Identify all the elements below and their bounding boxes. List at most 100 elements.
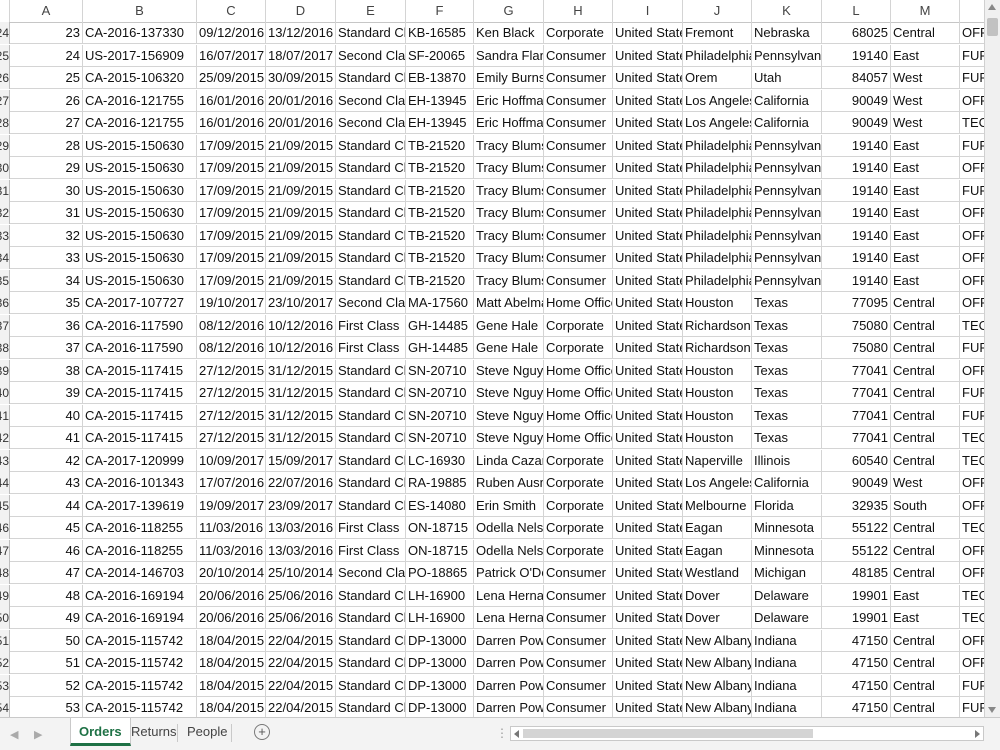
cell[interactable]: FUR — [960, 67, 984, 88]
cell[interactable]: Tracy Blumst — [474, 202, 544, 223]
cell[interactable]: Orem — [683, 67, 752, 88]
cell[interactable]: 16/01/2016 — [197, 89, 266, 111]
cell[interactable]: 47 — [10, 562, 83, 583]
cell[interactable]: 35 — [10, 292, 83, 313]
cell[interactable]: 90049 — [822, 112, 891, 133]
cell[interactable]: United States — [613, 517, 683, 538]
cell[interactable]: Houston — [683, 359, 752, 381]
cell[interactable]: Consumer — [544, 157, 613, 178]
cell[interactable]: 21/09/2015 — [266, 247, 336, 268]
cell[interactable]: United States — [613, 112, 683, 133]
cell[interactable]: Los Angeles — [683, 472, 752, 493]
cell[interactable]: Standard Clas — [336, 427, 406, 448]
cell[interactable]: 23/10/2017 — [266, 292, 336, 313]
cell[interactable]: Tracy Blumst — [474, 247, 544, 268]
cell[interactable]: United States — [613, 44, 683, 66]
cell[interactable]: Central — [891, 359, 960, 381]
row-header[interactable]: 53 — [0, 674, 10, 697]
cell[interactable]: Corporate — [544, 337, 613, 358]
prev-sheet-arrow-icon[interactable]: ◀ — [10, 728, 18, 741]
cell[interactable]: 21/09/2015 — [266, 269, 336, 291]
cell[interactable]: 22/04/2015 — [266, 629, 336, 651]
row-header[interactable]: 24 — [0, 22, 10, 44]
cell[interactable]: CA-2016-117590 — [83, 314, 197, 336]
cell[interactable]: United States — [613, 652, 683, 673]
row-header[interactable]: 35 — [0, 269, 10, 292]
cell[interactable]: TB-21520 — [406, 202, 474, 223]
cell[interactable]: Standard Clas — [336, 607, 406, 628]
cell[interactable]: New Albany — [683, 674, 752, 696]
cell[interactable]: Minnesota — [752, 539, 822, 561]
cell[interactable]: Texas — [752, 382, 822, 403]
cell[interactable]: TEC — [960, 427, 984, 448]
row-header[interactable]: 38 — [0, 337, 10, 359]
cell[interactable]: 10/09/2017 — [197, 449, 266, 471]
cell[interactable]: Standard Clas — [336, 269, 406, 291]
cell[interactable]: Standard Clas — [336, 652, 406, 673]
cell[interactable]: DP-13000 — [406, 652, 474, 673]
cell[interactable]: Ruben Ausma — [474, 472, 544, 493]
cell[interactable]: 19140 — [822, 134, 891, 156]
cell[interactable]: 90049 — [822, 472, 891, 493]
cell[interactable]: 31/12/2015 — [266, 404, 336, 426]
cell[interactable]: 27/12/2015 — [197, 382, 266, 403]
cell[interactable]: Second Class — [336, 562, 406, 583]
cell[interactable]: OFF — [960, 22, 984, 43]
cell[interactable]: Fremont — [683, 22, 752, 43]
cell[interactable]: CA-2015-115742 — [83, 652, 197, 673]
cell[interactable]: 18/04/2015 — [197, 652, 266, 673]
cell[interactable]: DP-13000 — [406, 629, 474, 651]
cell[interactable]: Standard Clas — [336, 202, 406, 223]
row-header[interactable]: 31 — [0, 179, 10, 202]
cell[interactable]: CA-2015-115742 — [83, 697, 197, 717]
cell[interactable]: Philadelphia — [683, 157, 752, 178]
row-header[interactable]: 32 — [0, 202, 10, 224]
cell[interactable]: East — [891, 134, 960, 156]
cell[interactable]: United States — [613, 382, 683, 403]
cell[interactable]: EH-13945 — [406, 112, 474, 133]
cell[interactable]: 18/07/2017 — [266, 44, 336, 66]
cell[interactable]: US-2015-150630 — [83, 224, 197, 246]
cell[interactable]: 77095 — [822, 292, 891, 313]
cell[interactable]: Tracy Blumst — [474, 157, 544, 178]
cell[interactable]: 19901 — [822, 584, 891, 606]
cell[interactable]: FUR — [960, 382, 984, 403]
cell[interactable]: 29 — [10, 157, 83, 178]
cell[interactable]: Lena Hernanc — [474, 607, 544, 628]
cell[interactable]: Delaware — [752, 584, 822, 606]
cell[interactable]: OFF — [960, 562, 984, 583]
cell[interactable]: United States — [613, 427, 683, 448]
cell[interactable]: Consumer — [544, 112, 613, 133]
cell[interactable]: New Albany — [683, 629, 752, 651]
cell[interactable]: OFF — [960, 495, 984, 516]
cell[interactable]: Los Angeles — [683, 89, 752, 111]
cell[interactable]: 77041 — [822, 427, 891, 448]
row-header[interactable]: 25 — [0, 44, 10, 67]
cell[interactable]: Indiana — [752, 629, 822, 651]
cell[interactable]: Lena Hernanc — [474, 584, 544, 606]
cell[interactable]: Eric Hoffman — [474, 112, 544, 133]
cell[interactable]: Darren Powel — [474, 674, 544, 696]
cell[interactable]: California — [752, 472, 822, 493]
cell[interactable]: CA-2015-117415 — [83, 359, 197, 381]
cell[interactable]: US-2015-150630 — [83, 202, 197, 223]
cell[interactable]: 19140 — [822, 202, 891, 223]
cell[interactable]: 43 — [10, 472, 83, 493]
cell[interactable]: United States — [613, 494, 683, 516]
row-header[interactable]: 37 — [0, 314, 10, 337]
cell[interactable]: United States — [613, 89, 683, 111]
cell[interactable]: GH-14485 — [406, 337, 474, 358]
cell[interactable]: Darren Powel — [474, 652, 544, 673]
cell[interactable]: Central — [891, 337, 960, 358]
spreadsheet-grid[interactable]: ABCDEFGHIJKLM 2423CA-2016-13733009/12/20… — [0, 0, 984, 717]
row-header[interactable]: 42 — [0, 427, 10, 449]
cell[interactable]: 50 — [10, 629, 83, 651]
cell[interactable]: 22/07/2016 — [266, 472, 336, 493]
cell[interactable]: 17/09/2015 — [197, 224, 266, 246]
cell[interactable]: Patrick O'Dor — [474, 562, 544, 583]
cell[interactable]: 25/06/2016 — [266, 584, 336, 606]
cell[interactable]: CA-2015-117415 — [83, 382, 197, 403]
cell[interactable]: Delaware — [752, 607, 822, 628]
cell[interactable]: Central — [891, 314, 960, 336]
cell[interactable]: Second Class — [336, 44, 406, 66]
